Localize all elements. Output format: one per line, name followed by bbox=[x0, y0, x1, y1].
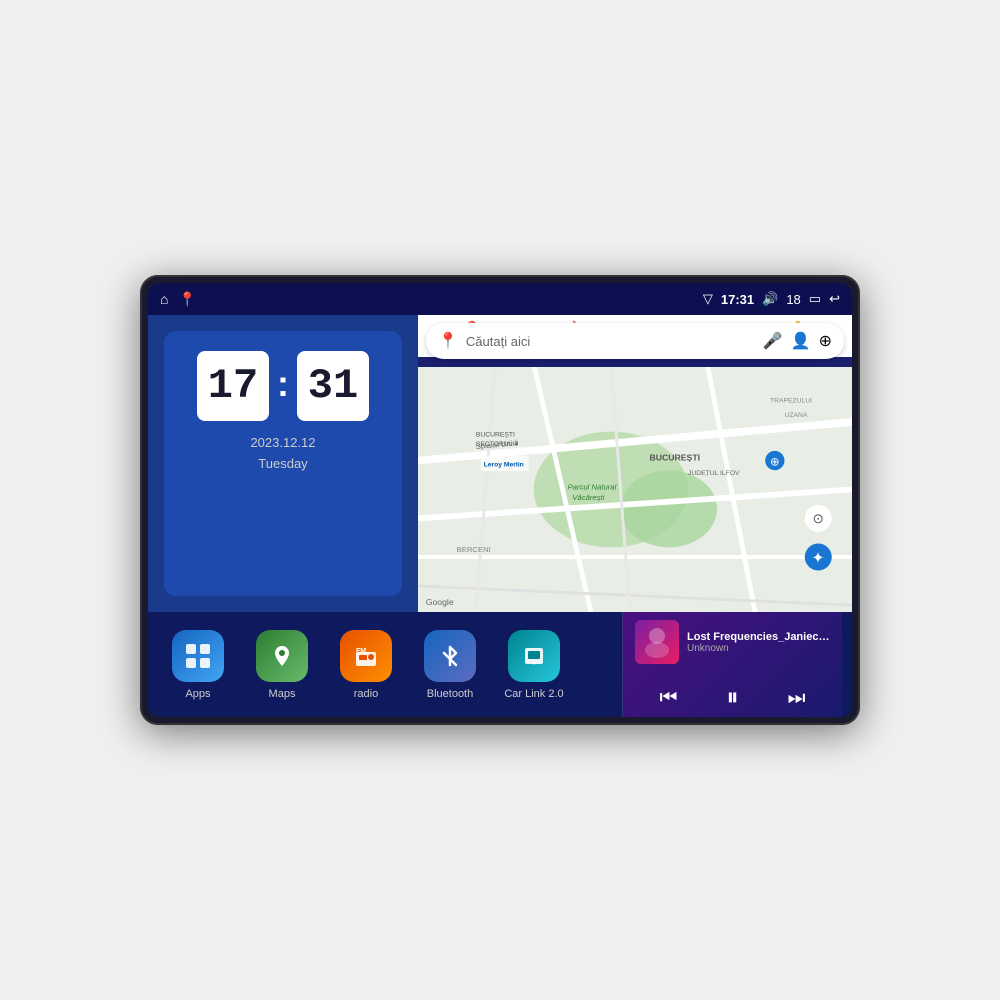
map-svg: Splaiul Unirii BUCUREȘTI JUDEȚUL ILFOV B… bbox=[418, 367, 852, 612]
app-apps[interactable]: Apps bbox=[158, 630, 238, 700]
signal-icon: ▽ bbox=[703, 291, 713, 307]
screen: ⌂ 📍 ▽ 17:31 🔊 18 ▭ ↩ 17 : 31 bbox=[148, 283, 852, 717]
bottom-dock: Apps Maps bbox=[148, 612, 852, 717]
dock-apps: Apps Maps bbox=[158, 612, 622, 717]
app-bluetooth[interactable]: Bluetooth bbox=[410, 630, 490, 700]
carlink-icon bbox=[508, 630, 560, 682]
radio-icon: FM bbox=[340, 630, 392, 682]
svg-text:BUCUREȘTI: BUCUREȘTI bbox=[649, 453, 700, 463]
svg-text:UZANA: UZANA bbox=[784, 412, 807, 419]
account-icon[interactable]: 👤 bbox=[791, 331, 811, 351]
left-panel: 17 : 31 2023.12.12 Tuesday bbox=[148, 315, 418, 612]
bluetooth-label: Bluetooth bbox=[427, 688, 473, 700]
svg-text:⊙: ⊙ bbox=[812, 511, 823, 526]
volume-icon: 🔊 bbox=[762, 291, 778, 307]
clock-widget: 17 : 31 2023.12.12 Tuesday bbox=[164, 331, 402, 596]
play-pause-button[interactable]: ⏸ bbox=[721, 678, 745, 717]
svg-text:Parcul Natural: Parcul Natural bbox=[567, 483, 616, 492]
status-time: 17:31 bbox=[721, 292, 754, 307]
map-pin-icon: 📍 bbox=[438, 331, 458, 351]
home-icon[interactable]: ⌂ bbox=[160, 291, 168, 307]
album-art bbox=[635, 620, 679, 664]
app-carlink[interactable]: Car Link 2.0 bbox=[494, 630, 574, 700]
back-icon[interactable]: ↩ bbox=[829, 291, 840, 307]
radio-label: radio bbox=[354, 688, 378, 700]
battery-icon: ▭ bbox=[809, 291, 821, 307]
svg-text:TRAPEZULUI: TRAPEZULUI bbox=[770, 398, 812, 405]
prev-button[interactable]: ⏮ bbox=[654, 681, 684, 716]
svg-text:Google: Google bbox=[426, 597, 454, 607]
maps-label: Maps bbox=[269, 688, 296, 700]
clock-minute: 31 bbox=[297, 351, 369, 421]
map-panel: 📍 Căutați aici 🎤 👤 ⊕ bbox=[418, 315, 852, 612]
next-button[interactable]: ⏭ bbox=[782, 681, 812, 716]
layers-icon[interactable]: ⊕ bbox=[819, 331, 832, 351]
maps-nav-icon[interactable]: 📍 bbox=[178, 291, 195, 308]
app-radio[interactable]: FM radio bbox=[326, 630, 406, 700]
map-search-bar[interactable]: 📍 Căutați aici 🎤 👤 ⊕ bbox=[426, 323, 844, 359]
svg-text:FM: FM bbox=[356, 648, 366, 655]
music-title: Lost Frequencies_Janieck Devy-... bbox=[687, 631, 830, 643]
main-area: 17 : 31 2023.12.12 Tuesday 📍 Căutați aic… bbox=[148, 315, 852, 612]
svg-text:⊕: ⊕ bbox=[770, 456, 780, 468]
music-artist: Unknown bbox=[687, 643, 830, 654]
status-left-icons: ⌂ 📍 bbox=[160, 291, 196, 308]
svg-text:Leroy Merlin: Leroy Merlin bbox=[484, 461, 524, 468]
svg-text:BERCENI: BERCENI bbox=[457, 545, 491, 554]
car-head-unit: ⌂ 📍 ▽ 17:31 🔊 18 ▭ ↩ 17 : 31 bbox=[140, 275, 860, 725]
apps-label: Apps bbox=[185, 688, 210, 700]
svg-text:BUCUREȘTI: BUCUREȘTI bbox=[476, 431, 515, 438]
music-player: Lost Frequencies_Janieck Devy-... Unknow… bbox=[622, 612, 842, 717]
bluetooth-icon bbox=[424, 630, 476, 682]
clock-hour: 17 bbox=[197, 351, 269, 421]
status-bar: ⌂ 📍 ▽ 17:31 🔊 18 ▭ ↩ bbox=[148, 283, 852, 315]
svg-text:JUDEȚUL ILFOV: JUDEȚUL ILFOV bbox=[688, 470, 740, 477]
battery-level: 18 bbox=[786, 292, 800, 307]
status-right-info: ▽ 17:31 🔊 18 ▭ ↩ bbox=[703, 291, 840, 307]
music-info: Lost Frequencies_Janieck Devy-... Unknow… bbox=[635, 620, 830, 664]
svg-text:SECTORUL 4: SECTORUL 4 bbox=[476, 441, 518, 448]
clock-date: 2023.12.12 Tuesday bbox=[250, 433, 315, 475]
clock-digits: 17 : 31 bbox=[197, 351, 369, 421]
map-visual: Splaiul Unirii BUCUREȘTI JUDEȚUL ILFOV B… bbox=[418, 367, 852, 612]
svg-text:✦: ✦ bbox=[811, 550, 824, 567]
map-search-input[interactable]: Căutați aici bbox=[466, 334, 755, 349]
svg-text:Văcărești: Văcărești bbox=[572, 493, 604, 502]
apps-icon bbox=[172, 630, 224, 682]
maps-icon bbox=[256, 630, 308, 682]
map-search-actions: 🎤 👤 ⊕ bbox=[763, 331, 832, 351]
music-controls: ⏮ ⏸ ⏭ bbox=[635, 678, 830, 717]
music-text: Lost Frequencies_Janieck Devy-... Unknow… bbox=[687, 631, 830, 654]
microphone-icon[interactable]: 🎤 bbox=[763, 331, 783, 351]
carlink-label: Car Link 2.0 bbox=[504, 688, 563, 700]
app-maps[interactable]: Maps bbox=[242, 630, 322, 700]
clock-colon: : bbox=[277, 363, 289, 405]
